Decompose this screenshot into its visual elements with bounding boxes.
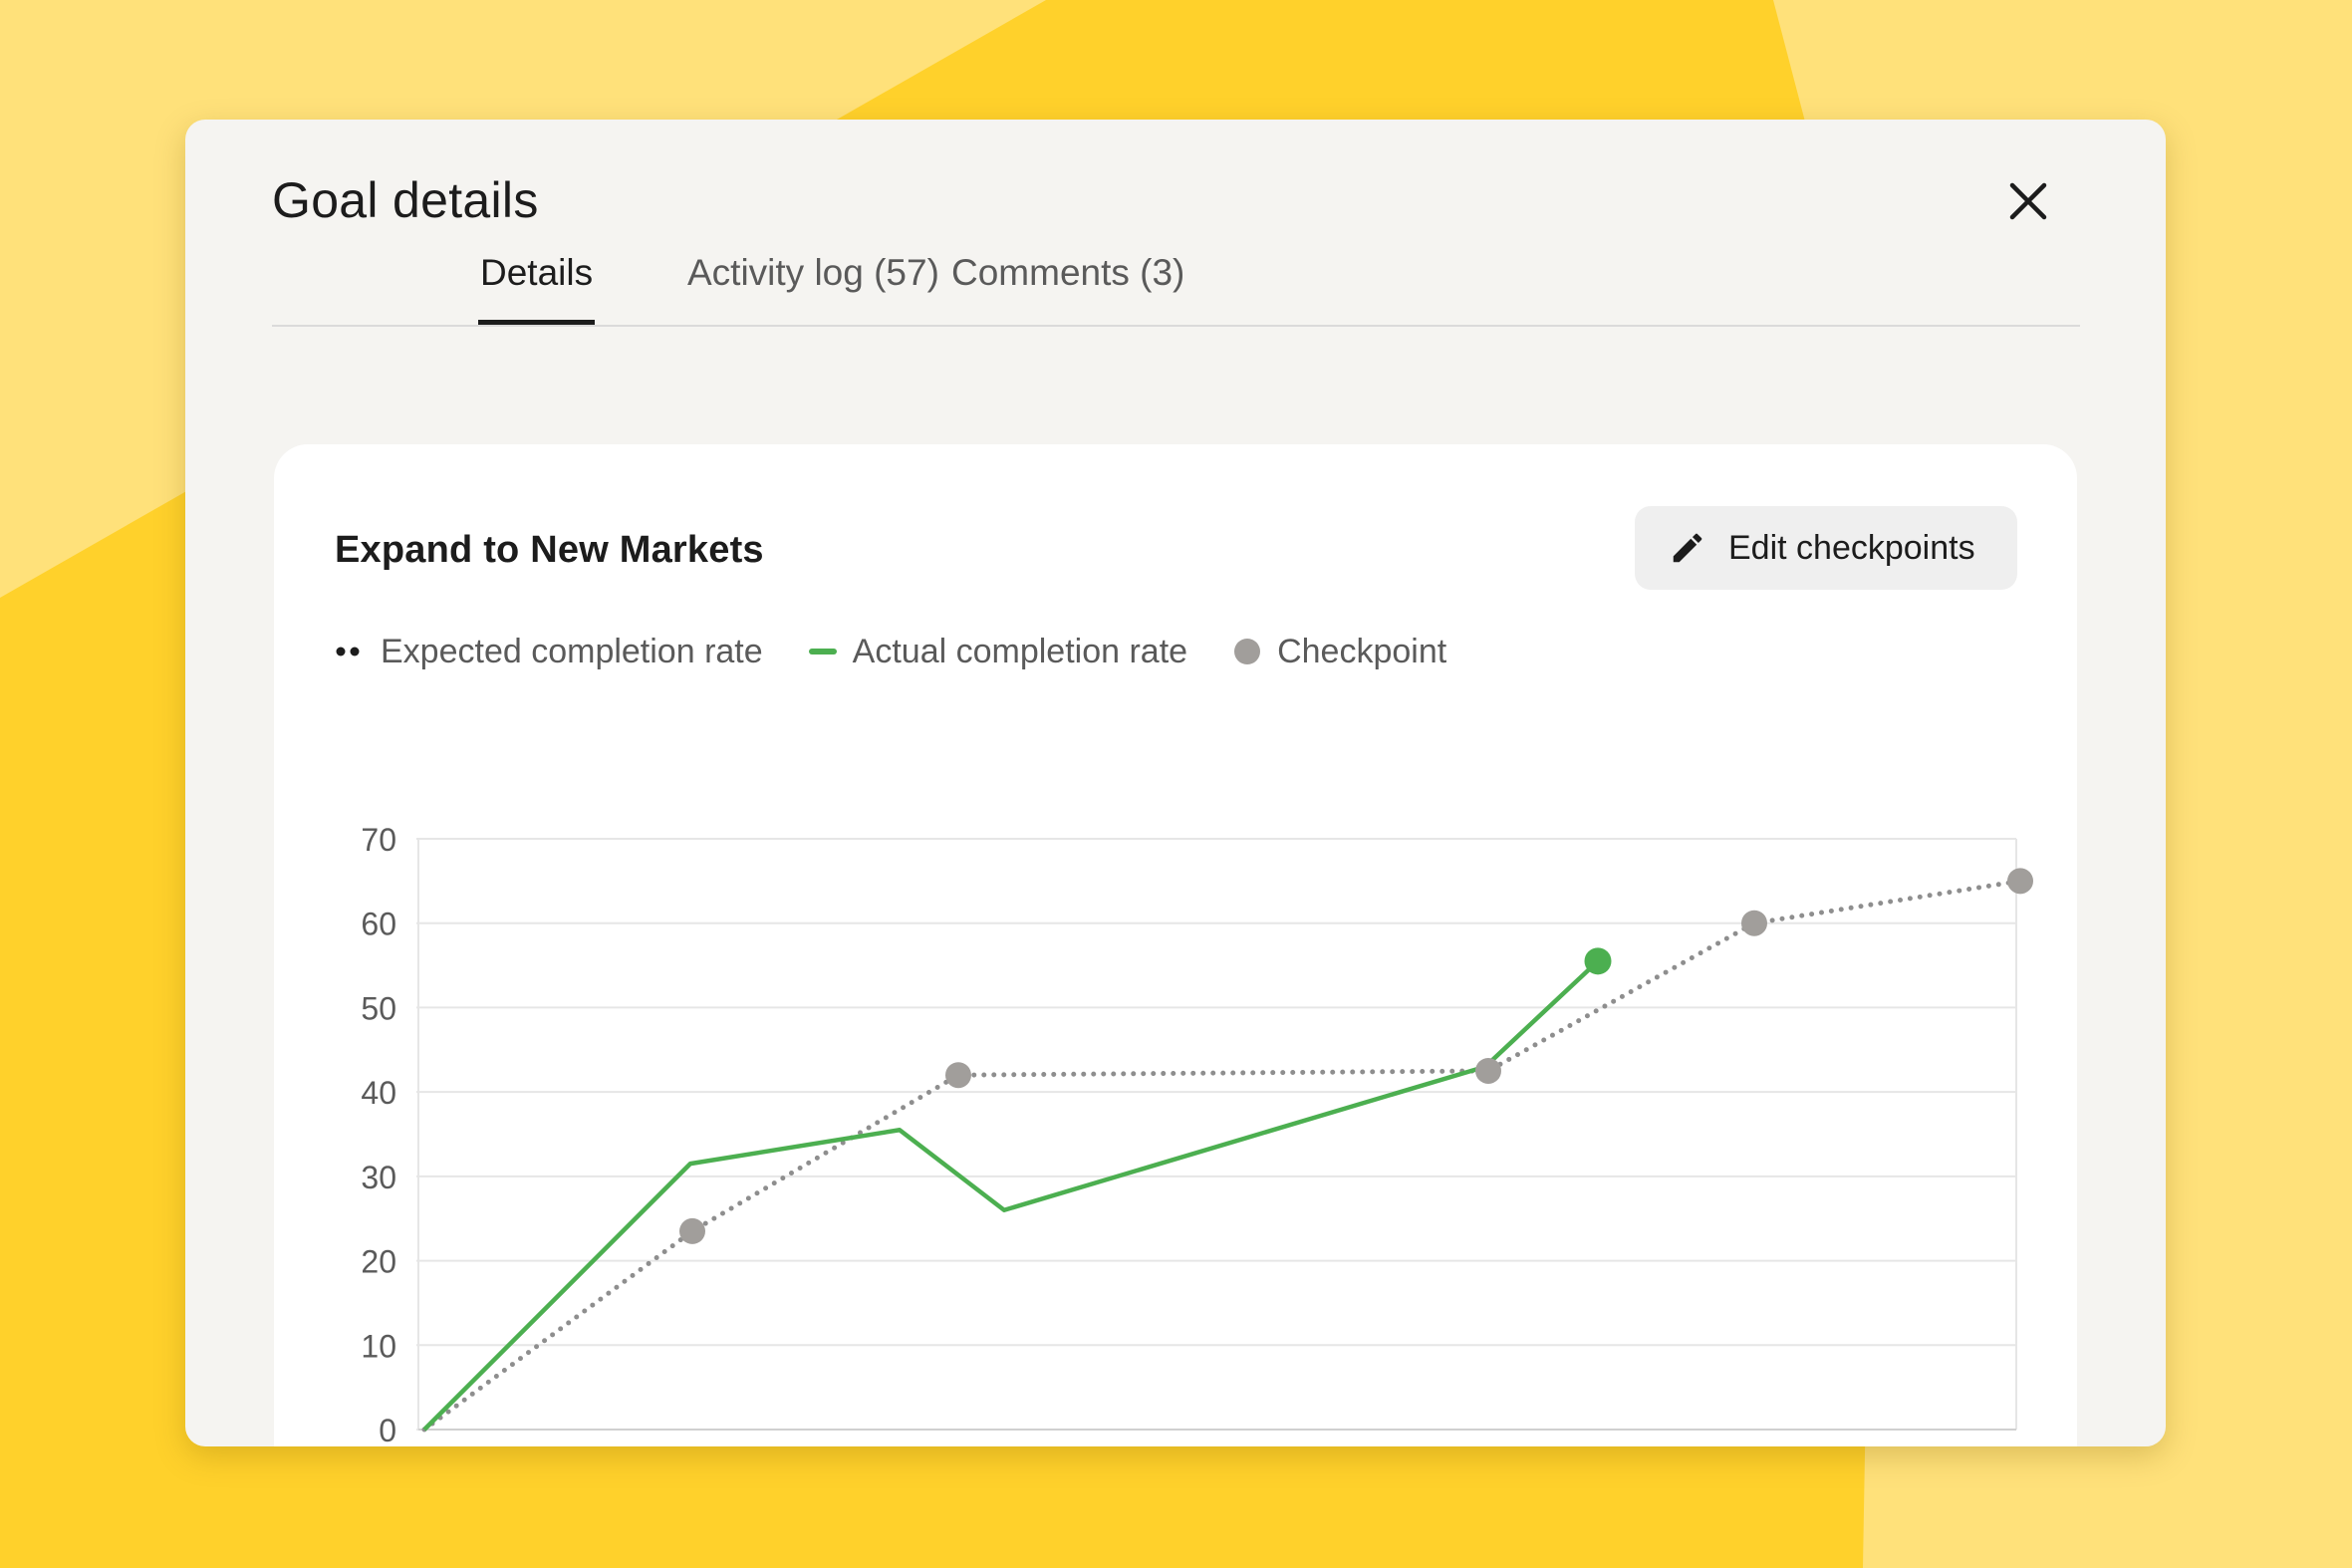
y-tick-label: 10 <box>361 1328 396 1364</box>
completion-rate-chart: 010203040506070FebMarAprMayJunJul <box>361 822 2033 1446</box>
goal-card: Expand to New Markets Edit checkpoints E… <box>274 444 2077 1446</box>
checkpoint-dot <box>1475 1057 1501 1084</box>
y-tick-label: 30 <box>361 1160 396 1195</box>
tab-bar: Details Activity log (57) Comments (3) <box>272 120 2080 327</box>
y-tick-label: 40 <box>361 1075 396 1111</box>
checkpoint-dot <box>1741 910 1767 936</box>
tab-comments-label: Comments (3) <box>951 252 1185 293</box>
actual-completion-line <box>422 959 1600 1432</box>
checkpoint-dot <box>679 1217 705 1244</box>
expected-completion-line <box>421 878 2023 1433</box>
tab-activity-log[interactable]: Activity log (57) <box>685 120 941 325</box>
checkpoint-dot <box>2007 868 2033 895</box>
y-tick-label: 0 <box>379 1413 396 1446</box>
goal-details-dialog: Goal details Details Activity log (57) C… <box>185 120 2166 1446</box>
tab-details[interactable]: Details <box>478 120 596 325</box>
tab-details-label: Details <box>480 252 594 293</box>
y-tick-label: 20 <box>361 1244 396 1280</box>
tab-activity-log-label: Activity log (57) <box>687 252 939 293</box>
checkpoint-dot <box>945 1062 971 1089</box>
current-progress-dot <box>1584 947 1612 975</box>
y-tick-label: 50 <box>361 990 396 1026</box>
tab-comments[interactable]: Comments (3) <box>949 120 1186 325</box>
y-tick-label: 70 <box>361 822 396 858</box>
y-tick-label: 60 <box>361 907 396 942</box>
